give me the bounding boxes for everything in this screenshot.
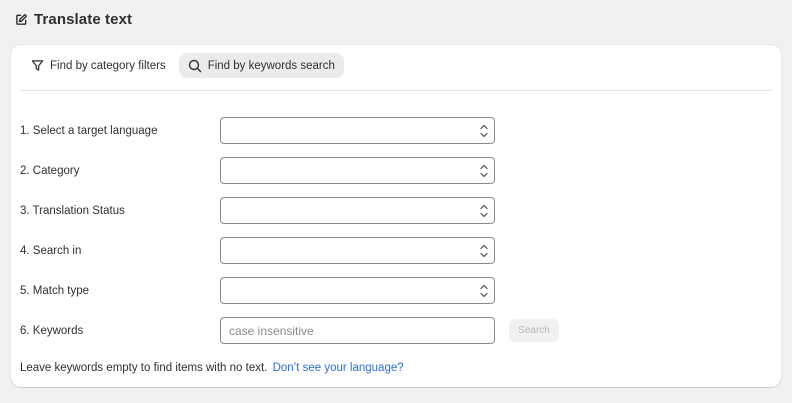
divider bbox=[20, 90, 771, 91]
target-language-row: 1. Select a target language bbox=[20, 117, 495, 144]
search-in-label: 4. Search in bbox=[20, 244, 82, 257]
category-select[interactable] bbox=[220, 157, 495, 184]
chevron-up-down-icon bbox=[480, 244, 488, 258]
keywords-label: 6. Keywords bbox=[20, 324, 84, 337]
match-type-row: 5. Match type bbox=[20, 277, 495, 304]
search-icon bbox=[188, 59, 202, 73]
target-language-label: 1. Select a target language bbox=[20, 124, 158, 137]
translation-status-label: 3. Translation Status bbox=[20, 204, 125, 217]
search-button[interactable]: Search bbox=[509, 319, 559, 342]
tab-category-filters[interactable]: Find by category filters bbox=[22, 53, 175, 78]
chevron-up-down-icon bbox=[480, 124, 488, 138]
search-in-row: 4. Search in bbox=[20, 237, 495, 264]
match-type-label: 5. Match type bbox=[20, 284, 90, 297]
search-in-select[interactable] bbox=[220, 237, 495, 264]
chevron-up-down-icon bbox=[480, 164, 488, 178]
page-header: Translate text bbox=[15, 11, 132, 28]
help-message: Leave keywords empty to find items with … bbox=[20, 362, 268, 374]
category-label: 2. Category bbox=[20, 164, 80, 177]
match-type-select[interactable] bbox=[220, 277, 495, 304]
keywords-row: 6. Keywords Search bbox=[20, 317, 559, 344]
help-text: Leave keywords empty to find items with … bbox=[20, 362, 404, 374]
tab-keywords-search[interactable]: Find by keywords search bbox=[178, 53, 344, 78]
translation-status-select[interactable] bbox=[220, 197, 495, 224]
filter-icon bbox=[31, 59, 44, 72]
page-title: Translate text bbox=[34, 11, 133, 28]
chevron-up-down-icon bbox=[480, 284, 488, 298]
chevron-up-down-icon bbox=[480, 204, 488, 218]
language-help-link[interactable]: Don’t see your language? bbox=[273, 362, 404, 374]
edit-icon bbox=[15, 13, 28, 26]
tab-bar: Find by category filters Find by keyword… bbox=[22, 53, 344, 78]
keywords-input[interactable] bbox=[220, 317, 495, 344]
translation-status-row: 3. Translation Status bbox=[20, 197, 495, 224]
category-row: 2. Category bbox=[20, 157, 495, 184]
translate-card: Find by category filters Find by keyword… bbox=[11, 45, 781, 387]
target-language-select[interactable] bbox=[220, 117, 495, 144]
tab-label: Find by keywords search bbox=[207, 59, 335, 72]
tab-label: Find by category filters bbox=[50, 59, 166, 72]
